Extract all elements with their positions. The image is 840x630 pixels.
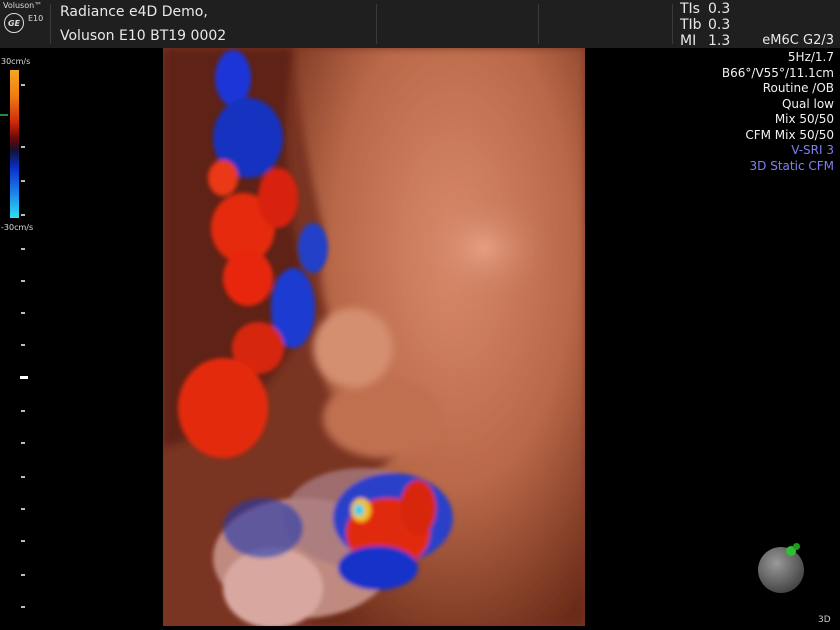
depth-tick — [21, 146, 25, 148]
param-line: Qual low — [781, 96, 834, 111]
depth-tick — [21, 180, 25, 182]
logo-area: Voluson™ GE E10 — [0, 0, 50, 48]
fetal-chin — [323, 378, 443, 458]
param-line: B66°/V55°/11.1cm — [721, 65, 834, 80]
device-id: Voluson E10 BT19 0002 — [60, 28, 227, 44]
fetal-nose — [313, 308, 393, 388]
depth-tick — [21, 280, 25, 282]
header-divider — [672, 4, 673, 44]
velocity-scale-bottom: -30cm/s — [1, 223, 34, 232]
brand-label: Voluson™ — [3, 1, 43, 10]
velocity-scale-top: 30cm/s — [1, 57, 31, 66]
param-line: V-SRI 3 — [791, 143, 834, 157]
index-tib: TIb 0.3 — [680, 17, 731, 33]
depth-tick — [21, 410, 25, 412]
index-mi: MI 1.3 — [680, 33, 731, 49]
param-line: 5Hz/1.7 — [787, 50, 834, 64]
depth-tick — [21, 508, 25, 510]
model-label: E10 — [28, 14, 44, 23]
acquisition-params: 5Hz/1.7 B66°/V55°/11.1cm Routine /OB Qua… — [722, 50, 834, 174]
depth-tick — [21, 344, 25, 346]
header-bar: Voluson™ GE E10 Radiance e4D Demo, Volus… — [0, 0, 840, 49]
param-line: Routine /OB — [762, 81, 834, 95]
param-line: 3D Static CFM — [749, 158, 834, 173]
depth-tick — [21, 442, 25, 444]
depth-tick — [21, 476, 25, 478]
probe-label: eM6C G2/3 — [762, 33, 834, 48]
depth-tick — [21, 540, 25, 542]
mode-3d-label: 3D — [818, 615, 831, 625]
orientation-sphere-icon[interactable] — [758, 547, 804, 593]
ge-logo-icon: GE — [4, 13, 24, 33]
header-divider — [538, 4, 539, 44]
color-velocity-bar — [10, 70, 19, 218]
depth-tick — [21, 214, 25, 216]
depth-tick-major — [20, 376, 28, 379]
scale-baseline-marker — [0, 114, 8, 116]
index-tis: TIs 0.3 — [680, 1, 731, 17]
param-line: CFM Mix 50/50 — [745, 127, 834, 142]
param-line: Mix 50/50 — [774, 112, 834, 126]
fetal-cheek — [413, 188, 553, 308]
header-divider — [50, 4, 51, 44]
depth-tick — [21, 574, 25, 576]
depth-tick — [21, 606, 25, 608]
depth-tick — [21, 312, 25, 314]
patient-name: Radiance e4D Demo, — [60, 4, 208, 20]
orientation-marker — [793, 543, 800, 550]
volume-render-image[interactable] — [163, 48, 585, 626]
depth-tick — [21, 248, 25, 250]
depth-tick — [21, 84, 25, 86]
header-divider — [376, 4, 377, 44]
